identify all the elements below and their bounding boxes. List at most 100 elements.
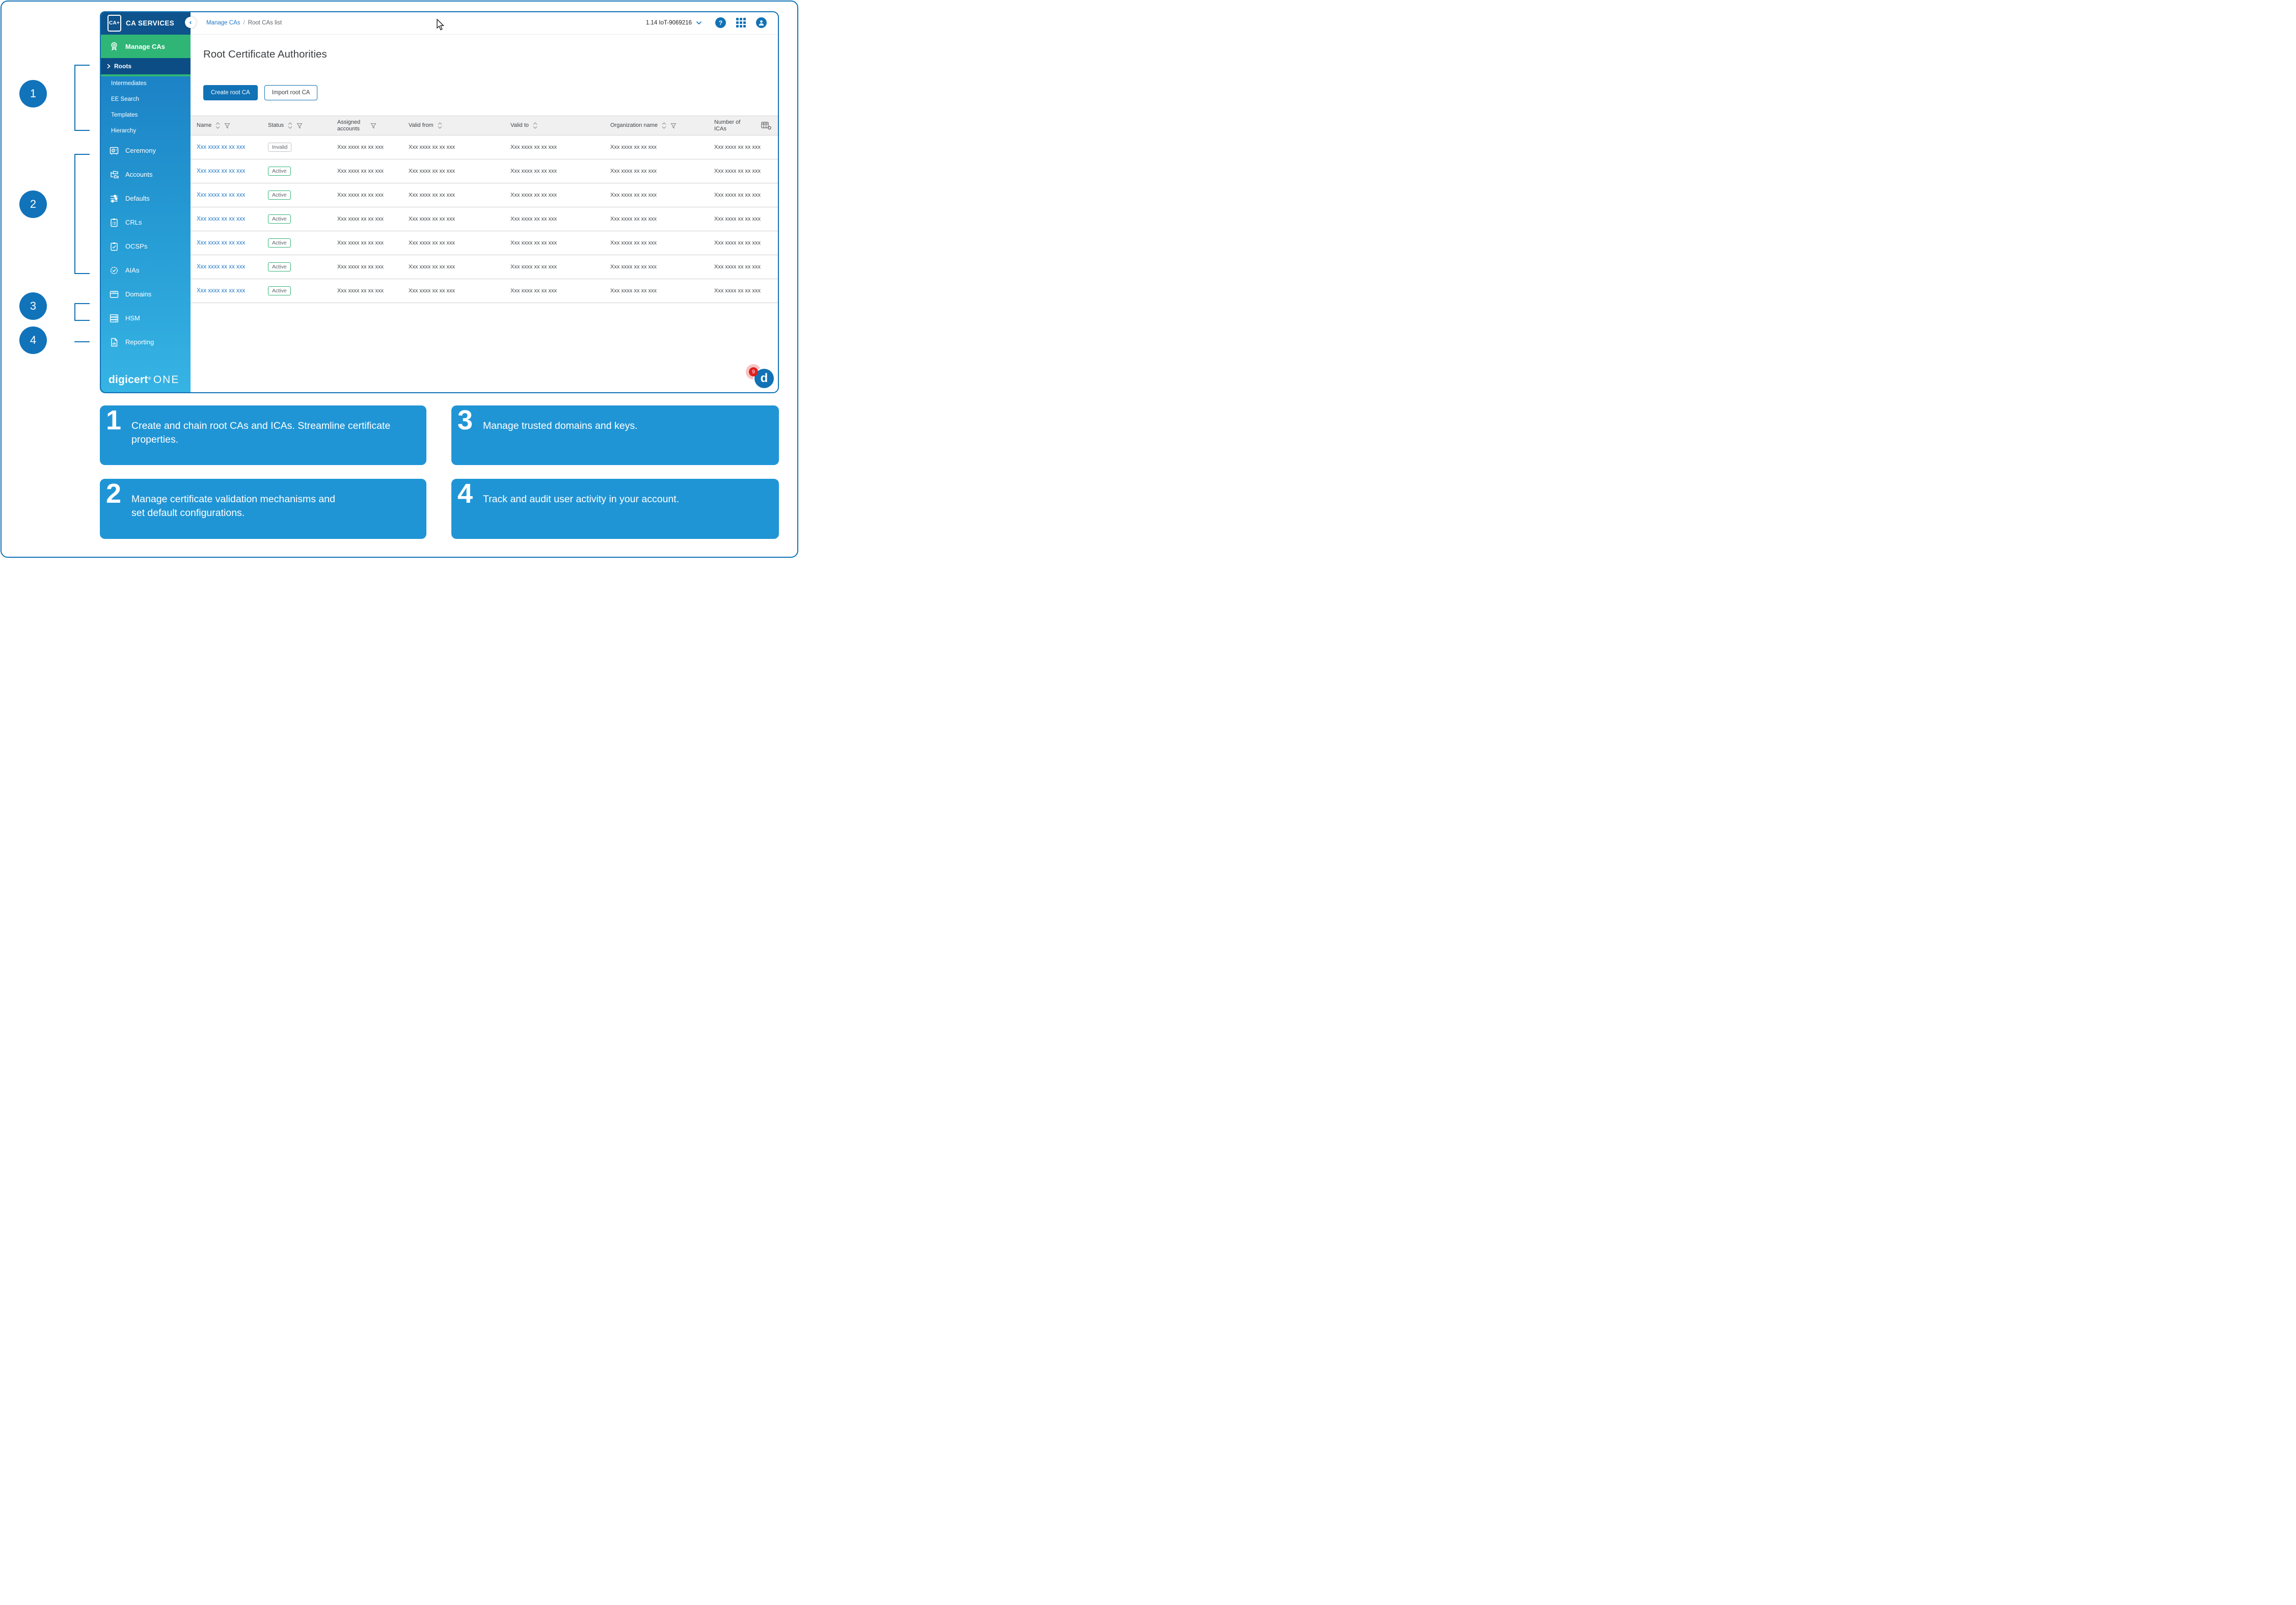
cell-name: Xxx xxxx xx xx xxx — [191, 144, 262, 150]
callout-box-text: Track and audit user activity in your ac… — [483, 493, 765, 506]
sidebar-item-templates[interactable]: Templates — [100, 107, 191, 123]
filter-icon[interactable] — [670, 123, 677, 129]
sidebar-item-aias[interactable]: AIAs — [100, 258, 191, 282]
filter-icon[interactable] — [224, 123, 230, 129]
ca-plus-logo: CA+ — [107, 15, 121, 32]
sliders-icon — [109, 194, 119, 204]
column-label: Valid from — [409, 122, 434, 129]
cell-assigned-accounts: Xxx xxxx xx xx xxx — [331, 216, 402, 222]
cell-valid-to: Xxx xxxx xx xx xxx — [504, 144, 604, 150]
breadcrumb-link[interactable]: Manage CAs — [206, 20, 240, 26]
sort-icon[interactable] — [437, 122, 443, 129]
column-settings-icon[interactable] — [761, 121, 772, 132]
ca-name-link[interactable]: Xxx xxxx xx xx xxx — [197, 216, 245, 222]
cell-valid-from: Xxx xxxx xx xx xxx — [402, 264, 504, 270]
table-row[interactable]: Xxx xxxx xx xx xxx Active Xxx xxxx xx xx… — [191, 255, 779, 279]
sidebar-item-ee-search[interactable]: EE Search — [100, 91, 191, 107]
filter-icon[interactable] — [296, 123, 303, 129]
sidebar-item-accounts[interactable]: Accounts — [100, 162, 191, 186]
cell-valid-from: Xxx xxxx xx xx xxx — [402, 216, 504, 222]
filter-icon[interactable] — [370, 123, 376, 129]
sidebar-collapse-button[interactable]: ‹ — [185, 17, 196, 28]
breadcrumb: Manage CAs / Root CAs list — [206, 20, 282, 26]
cell-valid-from: Xxx xxxx xx xx xxx — [402, 144, 504, 150]
ca-name-link[interactable]: Xxx xxxx xx xx xxx — [197, 264, 245, 270]
sidebar-item-label: Reporting — [125, 338, 154, 346]
sidebar-item-label: Templates — [111, 112, 138, 118]
column-header-valid-to[interactable]: Valid to — [504, 122, 604, 129]
account-selector[interactable]: 1.14 IoT-9069216 — [646, 20, 702, 26]
cell-status: Active — [262, 238, 331, 248]
cell-number-of-icas: Xxx xxxx xx xx xxx — [708, 144, 767, 150]
status-badge: Active — [268, 262, 291, 271]
cell-number-of-icas: Xxx xxxx xx xx xxx — [708, 168, 767, 174]
help-icon[interactable]: ? — [715, 17, 726, 28]
column-header-name[interactable]: Name — [191, 122, 262, 129]
cell-organization-name: Xxx xxxx xx xx xxx — [604, 216, 708, 222]
cell-assigned-accounts: Xxx xxxx xx xx xxx — [331, 168, 402, 174]
ca-name-link[interactable]: Xxx xxxx xx xx xxx — [197, 240, 245, 246]
column-header-organization-name[interactable]: Organization name — [604, 122, 708, 129]
table-row[interactable]: Xxx xxxx xx xx xxx Active Xxx xxxx xx xx… — [191, 279, 779, 303]
cell-valid-from: Xxx xxxx xx xx xxx — [402, 240, 504, 246]
ca-name-link[interactable]: Xxx xxxx xx xx xxx — [197, 288, 245, 294]
breadcrumb-separator: / — [243, 20, 245, 26]
import-root-ca-button[interactable]: Import root CA — [264, 85, 318, 100]
sidebar-item-crls[interactable]: CRLs — [100, 210, 191, 234]
cell-organization-name: Xxx xxxx xx xx xxx — [604, 144, 708, 150]
ca-name-link[interactable]: Xxx xxxx xx xx xxx — [197, 168, 245, 174]
column-label: Assigned accounts — [337, 119, 367, 132]
create-root-ca-button[interactable]: Create root CA — [203, 85, 258, 100]
sidebar-item-defaults[interactable]: Defaults — [100, 186, 191, 210]
sidebar-item-manage-cas[interactable]: Manage CAs — [100, 35, 191, 58]
sidebar-item-domains[interactable]: Domains — [100, 282, 191, 306]
browser-icon — [109, 289, 119, 300]
ca-name-link[interactable]: Xxx xxxx xx xx xxx — [197, 144, 245, 150]
app-window: CA+ CA SERVICES Manage CAs — [100, 11, 779, 393]
cell-name: Xxx xxxx xx xx xxx — [191, 168, 262, 174]
cell-valid-to: Xxx xxxx xx xx xxx — [504, 288, 604, 294]
table-row[interactable]: Xxx xxxx xx xx xxx Active Xxx xxxx xx xx… — [191, 207, 779, 231]
column-header-status[interactable]: Status — [262, 122, 331, 129]
sidebar-item-reporting[interactable]: Reporting — [100, 330, 191, 354]
table-row[interactable]: Xxx xxxx xx xx xxx Active Xxx xxxx xx xx… — [191, 159, 779, 183]
sort-icon[interactable] — [287, 122, 293, 129]
cell-name: Xxx xxxx xx xx xxx — [191, 264, 262, 270]
sidebar-item-hsm[interactable]: HSM — [100, 306, 191, 330]
callout-box-1: 1 Create and chain root CAs and ICAs. St… — [100, 405, 426, 465]
sidebar-item-label: Defaults — [125, 195, 150, 202]
callout-bracket-2 — [74, 154, 90, 274]
page: CA+ CA SERVICES Manage CAs — [0, 0, 799, 558]
clipboard-check-icon — [109, 241, 119, 252]
user-icon[interactable] — [756, 17, 767, 28]
sidebar-item-hierarchy[interactable]: Hierarchy — [100, 123, 191, 139]
cell-valid-to: Xxx xxxx xx xx xxx — [504, 216, 604, 222]
column-header-valid-from[interactable]: Valid from — [402, 122, 504, 129]
column-header-assigned-accounts[interactable]: Assigned accounts — [331, 119, 402, 132]
ca-name-link[interactable]: Xxx xxxx xx xx xxx — [197, 192, 245, 198]
apps-grid-icon[interactable] — [736, 18, 746, 28]
sidebar-item-label: OCSPs — [125, 242, 147, 250]
table-row[interactable]: Xxx xxxx xx xx xxx Invalid Xxx xxxx xx x… — [191, 135, 779, 159]
callout-marker-1: 1 — [19, 80, 47, 107]
sort-icon[interactable] — [532, 122, 538, 129]
sidebar-item-label: EE Search — [111, 96, 139, 102]
callout-box-4: 4 Track and audit user activity in your … — [451, 479, 779, 539]
cell-organization-name: Xxx xxxx xx xx xxx — [604, 264, 708, 270]
table-row[interactable]: Xxx xxxx xx xx xxx Active Xxx xxxx xx xx… — [191, 183, 779, 207]
callout-box-text: Manage trusted domains and keys. — [483, 419, 765, 433]
column-header-number-of-icas[interactable]: Number of ICAs — [708, 119, 767, 132]
sidebar-item-roots[interactable]: Roots — [100, 58, 191, 74]
digicert-one-logo: digicert® ONE — [109, 374, 179, 386]
sidebar-item-intermediates[interactable]: Intermediates — [100, 75, 191, 91]
sort-icon[interactable] — [661, 122, 667, 129]
table-row[interactable]: Xxx xxxx xx xx xxx Active Xxx xxxx xx xx… — [191, 231, 779, 255]
sidebar-item-ceremony[interactable]: Ceremony — [100, 139, 191, 162]
cell-number-of-icas: Xxx xxxx xx xx xxx — [708, 240, 767, 246]
cell-assigned-accounts: Xxx xxxx xx xx xxx — [331, 240, 402, 246]
cell-assigned-accounts: Xxx xxxx xx xx xxx — [331, 288, 402, 294]
sort-icon[interactable] — [215, 122, 221, 129]
callout-box-number: 3 — [457, 406, 473, 434]
sidebar-item-ocsps[interactable]: OCSPs — [100, 234, 191, 258]
callout-box-3: 3 Manage trusted domains and keys. — [451, 405, 779, 465]
